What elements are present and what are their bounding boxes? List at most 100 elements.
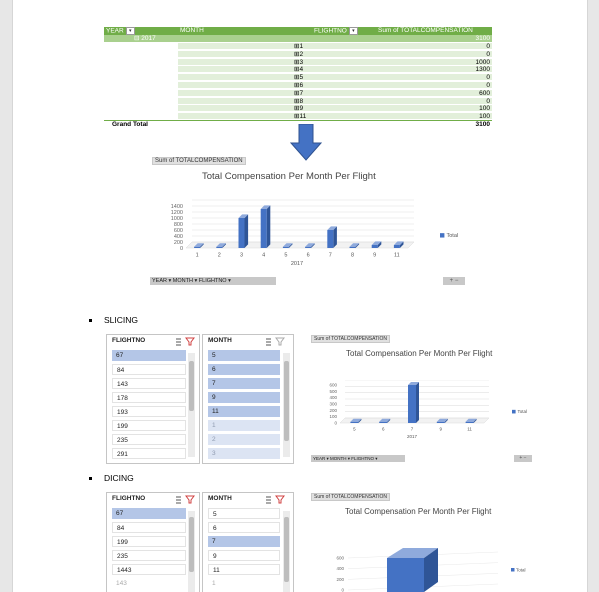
y-tick-label: 200 (336, 577, 344, 582)
pivot-row-value: 0 (378, 49, 492, 58)
pivot-row-month[interactable]: ⊞6 (178, 81, 378, 89)
pivot-row-blank (104, 50, 178, 57)
slicer-item[interactable]: 5 (208, 350, 280, 361)
slicer-item[interactable]: 6 (208, 364, 280, 375)
filter-dropdown-icon[interactable]: ▾ (125, 27, 135, 35)
slicer-item[interactable]: 9 (208, 392, 280, 403)
chart3-field-tag[interactable]: Sum of TOTALCOMPENSATION (311, 493, 390, 501)
y-tick-label: 600 (336, 556, 344, 561)
scrollbar-thumb[interactable] (284, 361, 289, 441)
slicer-item[interactable]: 1443 (112, 564, 186, 575)
y-tick-label: 400 (336, 566, 344, 571)
x-tick-label: 9 (373, 253, 376, 259)
slicer-item[interactable]: 178 (112, 392, 186, 403)
x-tick-label: 5 (284, 253, 287, 259)
pivot-header-year[interactable]: YEAR ▾ (104, 27, 178, 35)
legend-swatch (511, 568, 515, 572)
chart2-zoom-buttons[interactable]: + − (514, 455, 532, 462)
y-tick-label: 0 (341, 588, 344, 592)
slicer-scrollbar[interactable] (283, 511, 290, 592)
pivot-row-month[interactable]: ⊞5 (178, 73, 378, 81)
slicer-item[interactable]: 199 (112, 536, 186, 547)
slicer-controls[interactable] (175, 495, 195, 504)
pivot-row-month[interactable]: ⊞3 (178, 57, 378, 66)
multi-select-icon (266, 338, 271, 346)
slicer-item[interactable]: 5 (208, 508, 280, 519)
slicer-controls[interactable] (175, 337, 195, 346)
slicer-item[interactable]: 1 (208, 578, 280, 589)
slicer-item[interactable]: 11 (208, 406, 280, 417)
bar (216, 246, 223, 248)
pivot-row-value: 100 (378, 112, 492, 120)
document-page: YEAR ▾ MONTH FLIGHTNO ▾ Sum of TOTALCOMPEN… (0, 0, 599, 592)
slicer-item[interactable]: 9 (208, 550, 280, 561)
y-tick-label: 200 (329, 408, 337, 413)
x-tick-label: 6 (307, 253, 310, 259)
pivot-row-month[interactable]: ⊞1 (178, 42, 378, 50)
pivot-year-row[interactable]: ⊟ 2017 (104, 35, 178, 42)
bar (393, 245, 400, 248)
chart1-field-tag[interactable]: Sum of TOTALCOMPENSATION (152, 157, 246, 165)
pivot-row-month[interactable]: ⊞8 (178, 96, 378, 105)
chart2-field-buttons[interactable]: YEAR ▾ MONTH ▾ FLIGHTNO ▾ (311, 455, 405, 462)
pivot-row-month[interactable]: ⊞9 (178, 104, 378, 112)
pivot-row-month[interactable]: ⊞2 (178, 49, 378, 58)
slicer-scrollbar[interactable] (283, 353, 290, 457)
slicer-item[interactable]: 84 (112, 364, 186, 375)
pivot-header-month[interactable]: MONTH (178, 27, 314, 35)
pivot-row-value: 0 (378, 42, 492, 50)
slicer-item[interactable]: 67 (112, 508, 186, 519)
pivot-row-blank (104, 42, 178, 49)
slicer-item[interactable]: 235 (112, 550, 186, 561)
scrollbar-thumb[interactable] (189, 517, 194, 572)
clear-filter-icon (275, 337, 285, 346)
chart2-field-tag[interactable]: Sum of TOTALCOMPENSATION (311, 335, 390, 343)
bar (387, 558, 424, 592)
slicer-item[interactable]: 143 (112, 378, 186, 389)
month-slicer: MONTH 5 6 7 9 11 1 2 3 (202, 334, 294, 464)
slicer-scrollbar[interactable] (188, 511, 195, 592)
chart1-field-buttons[interactable]: YEAR ▾ MONTH ▾ FLIGHTNO ▾ (150, 277, 276, 285)
filter-dropdown-icon[interactable]: ▾ (348, 27, 358, 35)
bar (436, 421, 445, 423)
pivot-row-blank (104, 58, 178, 65)
pivot-row-value: 1000 (378, 57, 492, 66)
slicer-controls[interactable] (265, 495, 285, 504)
pivot-header-sum: Sum of TOTALCOMPENSATION (376, 27, 492, 35)
x-tick-label: 4 (262, 253, 265, 259)
chart1-zoom-buttons[interactable]: + − (443, 277, 465, 285)
pivot-row-blank (104, 81, 178, 88)
slicer-item[interactable]: 84 (112, 522, 186, 533)
slicer-item[interactable]: 199 (112, 420, 186, 431)
bar (350, 421, 359, 423)
x-axis-label: 2017 (291, 261, 303, 267)
slicer-item[interactable]: 2 (208, 434, 280, 445)
pivot-row-value: 1300 (378, 65, 492, 73)
slicer-item[interactable]: 1 (208, 420, 280, 431)
slicer-item[interactable]: 67 (112, 350, 186, 361)
pivot-row-month[interactable]: ⊞11 (178, 112, 378, 120)
slicer-controls[interactable] (265, 337, 285, 346)
slicer-item[interactable]: 143 (112, 578, 186, 589)
slicer-scrollbar[interactable] (188, 353, 195, 457)
pivot-row-month[interactable]: ⊞4 (178, 65, 378, 73)
grand-total-label: Grand Total (112, 121, 148, 128)
scrollbar-thumb[interactable] (284, 517, 289, 582)
x-tick-label: 1 (196, 253, 199, 259)
slicer-title: MONTH (208, 495, 232, 502)
slicer-item[interactable]: 235 (112, 434, 186, 445)
slicer-item[interactable]: 193 (112, 406, 186, 417)
bar (305, 246, 312, 248)
down-arrow-icon (290, 124, 322, 161)
slicer-item[interactable]: 7 (208, 378, 280, 389)
slicer-item[interactable]: 6 (208, 522, 280, 533)
scrollbar-thumb[interactable] (189, 361, 194, 411)
slicer-item[interactable]: 3 (208, 448, 280, 459)
pivot-row-month[interactable]: ⊞7 (178, 88, 378, 97)
chart3-title: Total Compensation Per Month Per Flight (345, 507, 492, 516)
legend-swatch (512, 409, 516, 414)
pivot-header-flightno[interactable]: FLIGHTNO ▾ (312, 27, 376, 35)
slicer-item[interactable]: 291 (112, 448, 186, 459)
slicer-item[interactable]: 7 (208, 536, 280, 547)
slicer-item[interactable]: 11 (208, 564, 280, 575)
